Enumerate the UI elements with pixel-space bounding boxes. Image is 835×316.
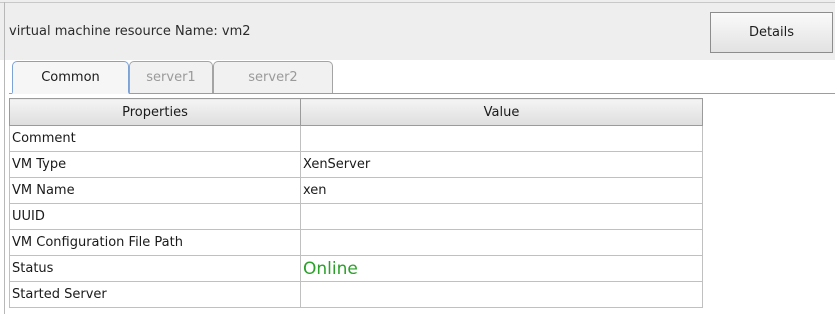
resource-properties-panel: virtual machine resource Name: vm2 Detai… bbox=[0, 0, 835, 316]
divider bbox=[0, 2, 835, 3]
property-name: VM Name bbox=[9, 177, 301, 204]
property-name: UUID bbox=[9, 203, 301, 230]
tab-server1[interactable]: server1 bbox=[129, 61, 213, 93]
property-name: Comment bbox=[9, 125, 301, 152]
property-name: Started Server bbox=[9, 281, 301, 308]
property-value bbox=[300, 203, 703, 230]
status-value: Online bbox=[300, 255, 703, 282]
column-header-properties[interactable]: Properties bbox=[9, 98, 301, 126]
property-value bbox=[300, 125, 703, 152]
table-row[interactable]: Comment bbox=[9, 125, 703, 152]
property-value bbox=[300, 281, 703, 308]
column-header-value[interactable]: Value bbox=[300, 98, 703, 126]
table-row[interactable]: VM Configuration File Path bbox=[9, 229, 703, 256]
table-row[interactable]: Started Server bbox=[9, 281, 703, 308]
table-row[interactable]: VM Name xen bbox=[9, 177, 703, 204]
details-button[interactable]: Details bbox=[710, 12, 833, 53]
properties-table: Properties Value Comment VM Type XenServ… bbox=[9, 98, 703, 308]
table-row[interactable]: Status Online bbox=[9, 255, 703, 282]
tab-underline bbox=[9, 93, 835, 94]
table-row[interactable]: VM Type XenServer bbox=[9, 151, 703, 178]
property-value: xen bbox=[300, 177, 703, 204]
property-value bbox=[300, 229, 703, 256]
tab-server2[interactable]: server2 bbox=[213, 61, 333, 93]
property-value: XenServer bbox=[300, 151, 703, 178]
divider bbox=[4, 2, 5, 314]
resource-title: virtual machine resource Name: vm2 bbox=[9, 24, 251, 39]
table-row[interactable]: UUID bbox=[9, 203, 703, 230]
table-header-row: Properties Value bbox=[9, 98, 703, 126]
tab-common[interactable]: Common bbox=[12, 61, 129, 94]
property-name: VM Configuration File Path bbox=[9, 229, 301, 256]
property-name: VM Type bbox=[9, 151, 301, 178]
property-name: Status bbox=[9, 255, 301, 282]
